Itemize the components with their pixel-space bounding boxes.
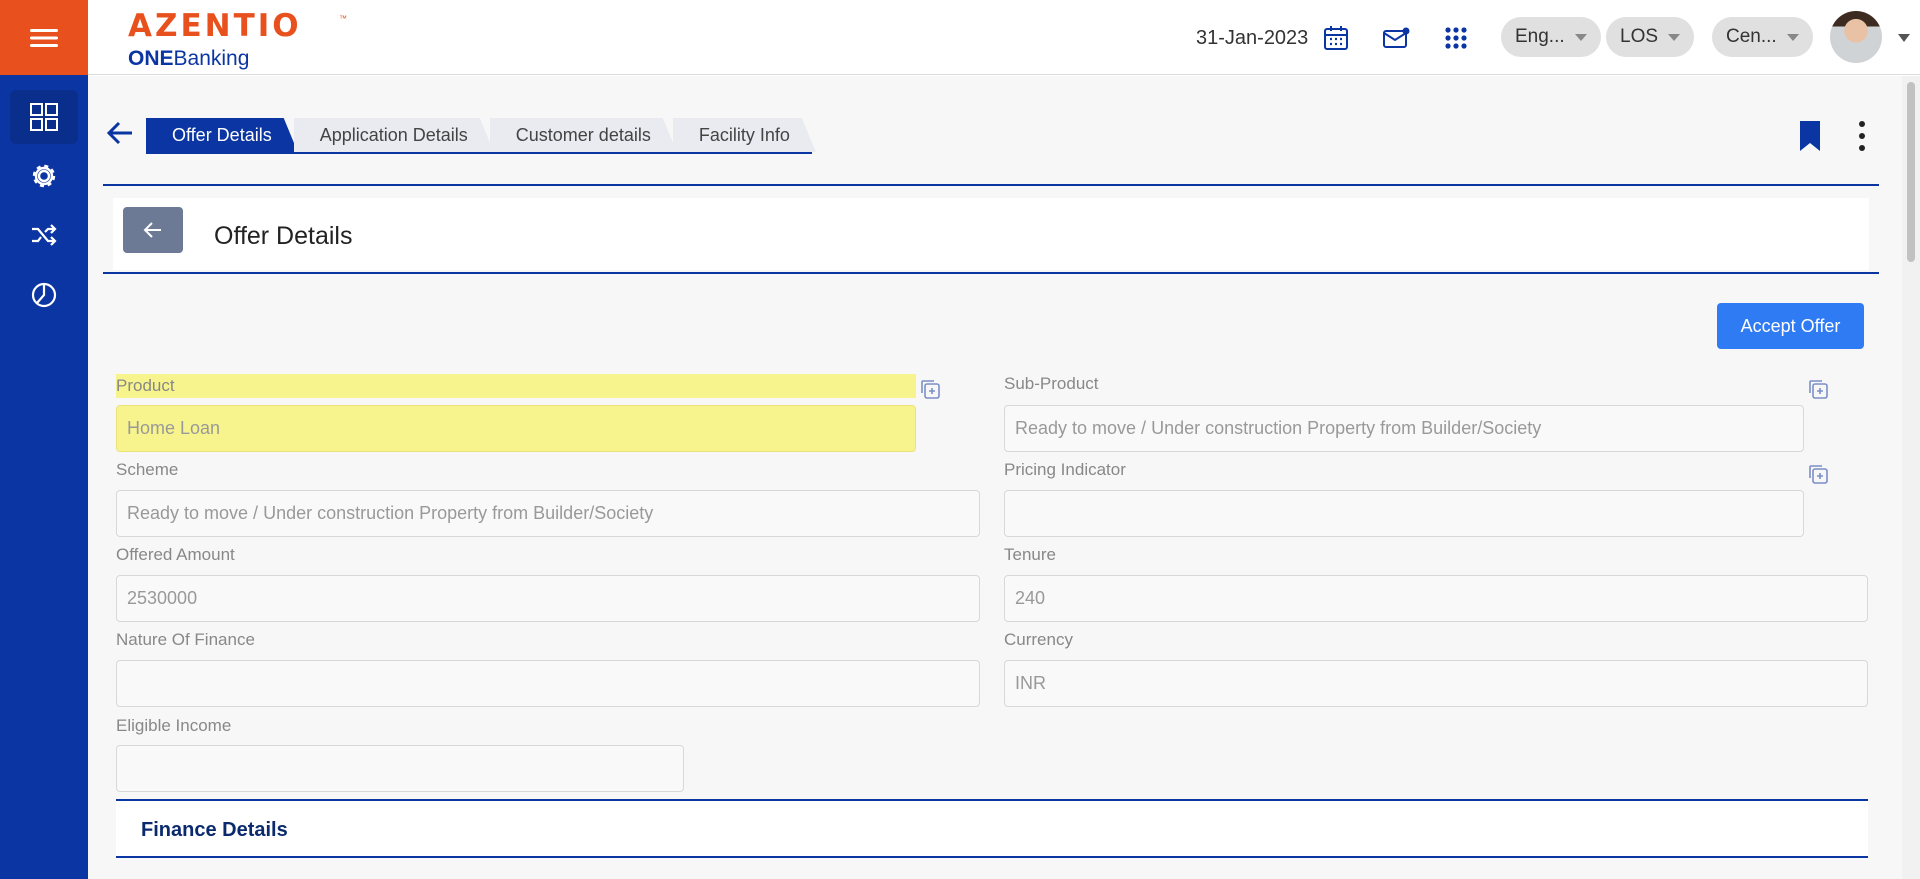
hamburger-menu-button[interactable] [0,0,88,75]
tab-customer-details[interactable]: Customer details [490,118,677,152]
currency-field[interactable]: INR [1004,660,1868,707]
arrow-left-icon [106,121,132,145]
copy-icon[interactable] [1807,463,1829,485]
tenure-label: Tenure [1004,545,1056,564]
section-title: Finance Details [141,819,288,841]
brand-trademark: ™ [339,14,347,23]
apps-grid-icon [1445,27,1467,49]
nature-of-finance-field[interactable] [116,660,980,707]
offered-amount-label: Offered Amount [116,545,235,564]
title-card [113,198,1869,270]
dashboard-grid-icon [30,103,58,131]
divider [103,272,1879,274]
calendar-icon [1324,26,1348,50]
pricing-indicator-field[interactable] [1004,490,1804,537]
sidebar-item-dashboard[interactable] [10,90,78,144]
copy-icon[interactable] [1807,378,1829,400]
accept-offer-button[interactable]: Accept Offer [1717,303,1864,349]
kebab-menu-icon [1859,121,1865,151]
calendar-button[interactable] [1320,22,1352,54]
offered-amount-field[interactable]: 2530000 [116,575,980,622]
finance-details-section[interactable]: Finance Details [116,799,1868,858]
sidebar-item-settings[interactable] [10,149,78,203]
chevron-down-icon [1786,33,1799,41]
pie-chart-icon [31,282,57,308]
arrow-left-icon [143,222,161,238]
branch-dropdown[interactable]: Cen... [1712,17,1813,57]
product-field[interactable]: Home Loan [116,405,916,452]
eligible-income-label: Eligible Income [116,716,232,735]
top-header: AZENTIO ™ ONEBanking 31-Jan-2023 Eng... … [88,0,1920,75]
messages-button[interactable] [1380,22,1412,54]
bookmark-icon [1800,121,1820,151]
title-back-button[interactable] [123,207,183,253]
sub-product-field[interactable]: Ready to move / Under construction Prope… [1004,405,1804,452]
tab-bar: Offer Details Application Details Custom… [146,118,812,154]
sidebar-item-reports[interactable] [10,268,78,322]
scheme-field[interactable]: Ready to move / Under construction Prope… [116,490,980,537]
eligible-income-field[interactable] [116,745,684,792]
chevron-down-icon [1574,33,1587,41]
sidebar [0,0,88,879]
mail-notification-icon [1383,27,1410,48]
avatar[interactable] [1830,11,1882,63]
back-button[interactable] [106,120,134,151]
tab-offer-details[interactable]: Offer Details [146,118,298,152]
scrollbar-thumb[interactable] [1907,82,1915,262]
module-dropdown[interactable]: LOS [1606,17,1695,57]
sidebar-item-shuffle[interactable] [10,208,78,262]
main-content: Offer Details Application Details Custom… [88,76,1902,879]
copy-icon[interactable] [919,378,941,400]
tab-application-details[interactable]: Application Details [294,118,494,152]
gear-icon [32,164,56,188]
profile-menu-caret-icon[interactable] [1898,34,1910,42]
scheme-label: Scheme [116,460,179,479]
chevron-down-icon [1668,33,1681,41]
language-dropdown[interactable]: Eng... [1501,17,1601,57]
divider [103,184,1879,186]
tenure-field[interactable]: 240 [1004,575,1868,622]
more-options-button[interactable] [1858,120,1866,157]
brand-logo: AZENTIO [128,8,302,44]
brand-subtitle: ONEBanking [128,47,250,70]
business-date: 31-Jan-2023 [1196,27,1309,49]
hamburger-icon [30,28,58,47]
apps-button[interactable] [1440,22,1472,54]
nature-of-finance-label: Nature Of Finance [116,630,255,649]
tab-facility-info[interactable]: Facility Info [673,118,816,152]
pricing-indicator-label: Pricing Indicator [1004,460,1126,479]
page-title: Offer Details [214,222,353,250]
currency-label: Currency [1004,630,1073,649]
sub-product-label: Sub-Product [1004,374,1099,393]
product-label: Product [116,374,916,398]
vertical-scrollbar[interactable] [1902,76,1920,879]
bookmark-button[interactable] [1798,120,1822,157]
shuffle-icon [32,224,57,246]
